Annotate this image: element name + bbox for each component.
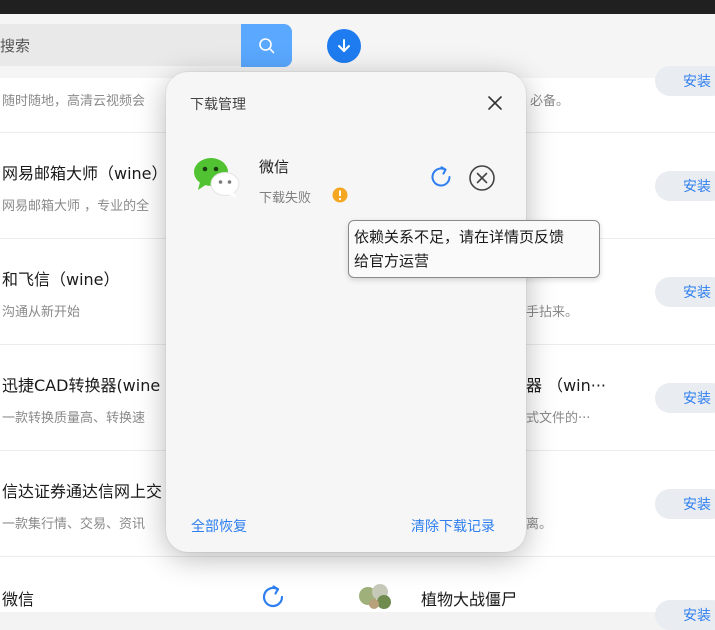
app-desc: 随时随地，高清云视频会: [2, 94, 146, 109]
app-desc-right: 手拈来。: [526, 305, 579, 320]
install-button[interactable]: 安装: [655, 600, 715, 630]
cancel-download-icon[interactable]: [468, 164, 496, 192]
app-name: 网易邮箱大师（wine）: [2, 164, 168, 183]
app-name: 信达证券通达信网上交: [2, 482, 163, 501]
install-button[interactable]: 安装: [655, 383, 715, 413]
search-box: [0, 24, 242, 68]
app-name: 和飞信（wine）: [2, 270, 120, 289]
dialog-title: 下载管理: [190, 97, 246, 113]
install-button[interactable]: 安装: [655, 171, 715, 201]
app-desc: 网易邮箱大师 ，专业的全: [2, 199, 150, 214]
divider: [0, 556, 715, 557]
download-status: 下载失败: [259, 191, 312, 206]
install-button[interactable]: 安装: [655, 277, 715, 307]
download-manager-button[interactable]: [327, 29, 361, 63]
error-tooltip: 依赖关系不足，请在详情页反馈 给官方运营: [348, 220, 600, 278]
app-desc-right: 式文件的···: [526, 411, 591, 426]
search-button[interactable]: [241, 24, 292, 67]
search-icon: [258, 37, 274, 53]
refresh-icon[interactable]: [258, 582, 288, 612]
download-item-name: 微信: [259, 158, 290, 176]
restore-all-button[interactable]: 全部恢复: [191, 516, 247, 536]
close-icon[interactable]: [484, 92, 506, 114]
install-button[interactable]: 安装: [655, 66, 715, 96]
search-input[interactable]: [0, 24, 232, 68]
app-name-right: 植物大战僵尸: [421, 590, 518, 609]
top-bar: [0, 0, 715, 14]
plants-vs-zombies-app-icon: [359, 584, 391, 609]
app-desc: 沟通从新开始: [2, 305, 81, 320]
download-manager-dialog: 下载管理 微信 下载失败 全部恢复 清除下载记录: [166, 72, 526, 552]
app-name: 迅捷CAD转换器(wine: [2, 376, 161, 395]
retry-icon[interactable]: [428, 164, 454, 190]
app-desc-right: 必备。: [530, 94, 570, 109]
app-name-right: 器 （win···: [526, 376, 607, 395]
app-desc: 一款转换质量高、转换速: [2, 411, 146, 426]
install-button[interactable]: 安装: [655, 489, 715, 519]
warning-icon[interactable]: [332, 187, 348, 203]
wechat-icon: [194, 158, 240, 198]
app-name: 微信: [2, 590, 35, 609]
app-desc-right: 离。: [526, 517, 553, 532]
tooltip-line: 给官方运营: [354, 252, 430, 270]
app-desc: 一款集行情、交易、资讯: [2, 517, 146, 532]
clear-records-button[interactable]: 清除下载记录: [411, 516, 495, 536]
download-arrow-icon: [338, 39, 350, 52]
tooltip-line: 依赖关系不足，请在详情页反馈: [354, 228, 565, 246]
